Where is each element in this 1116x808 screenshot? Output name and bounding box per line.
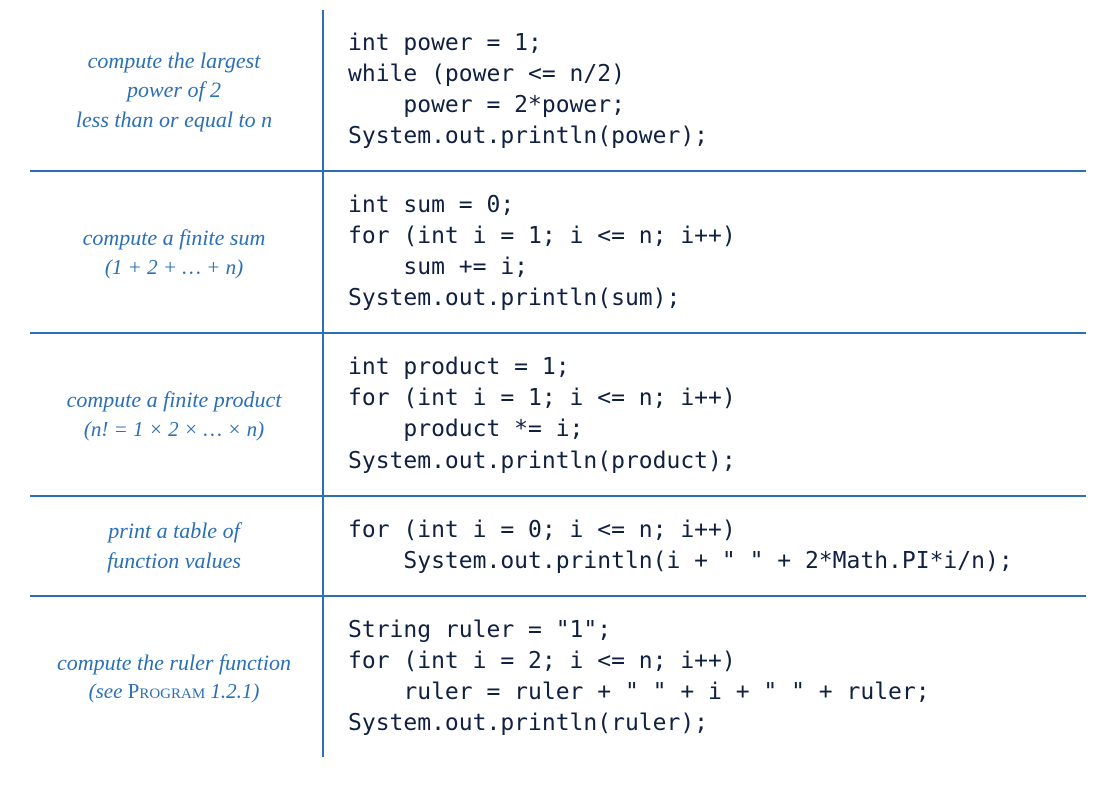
row-description: compute the ruler function (see Program …: [30, 597, 324, 757]
desc-line: compute a finite sum: [83, 223, 266, 253]
desc-line: power of 2: [127, 75, 221, 105]
ref-suffix: 1.2.1): [205, 679, 259, 703]
desc-ref: (see Program 1.2.1): [89, 677, 260, 705]
code-snippet: int sum = 0; for (int i = 1; i <= n; i++…: [348, 190, 1076, 314]
table-row: print a table of function values for (in…: [30, 497, 1086, 597]
code-snippet: String ruler = "1"; for (int i = 2; i <=…: [348, 615, 1076, 739]
row-code-cell: int power = 1; while (power <= n/2) powe…: [324, 10, 1086, 170]
row-code-cell: for (int i = 0; i <= n; i++) System.out.…: [324, 497, 1086, 595]
row-code-cell: int sum = 0; for (int i = 1; i <= n; i++…: [324, 172, 1086, 332]
desc-line: less than or equal to n: [76, 105, 272, 135]
table-row: compute a finite product (n! = 1 × 2 × ……: [30, 334, 1086, 496]
row-description: compute a finite product (n! = 1 × 2 × ……: [30, 334, 324, 494]
desc-line: (n! = 1 × 2 × … × n): [84, 415, 264, 443]
table-row: compute a finite sum (1 + 2 + … + n) int…: [30, 172, 1086, 334]
row-description: print a table of function values: [30, 497, 324, 595]
row-description: compute a finite sum (1 + 2 + … + n): [30, 172, 324, 332]
row-code-cell: String ruler = "1"; for (int i = 2; i <=…: [324, 597, 1086, 757]
ref-prefix: (see: [89, 679, 128, 703]
desc-line: print a table of: [108, 516, 239, 546]
code-snippet: int power = 1; while (power <= n/2) powe…: [348, 28, 1076, 152]
desc-line: compute the largest: [88, 46, 261, 76]
examples-table: compute the largest power of 2 less than…: [0, 0, 1116, 757]
ref-program-label: Program: [128, 679, 206, 703]
code-snippet: int product = 1; for (int i = 1; i <= n;…: [348, 352, 1076, 476]
code-snippet: for (int i = 0; i <= n; i++) System.out.…: [348, 515, 1076, 577]
table-row: compute the ruler function (see Program …: [30, 597, 1086, 757]
row-code-cell: int product = 1; for (int i = 1; i <= n;…: [324, 334, 1086, 494]
desc-line: function values: [107, 546, 241, 576]
desc-line: (1 + 2 + … + n): [105, 253, 243, 281]
table-row: compute the largest power of 2 less than…: [30, 10, 1086, 172]
desc-line: compute a finite product: [67, 385, 282, 415]
desc-line: compute the ruler function: [57, 648, 291, 678]
row-description: compute the largest power of 2 less than…: [30, 10, 324, 170]
